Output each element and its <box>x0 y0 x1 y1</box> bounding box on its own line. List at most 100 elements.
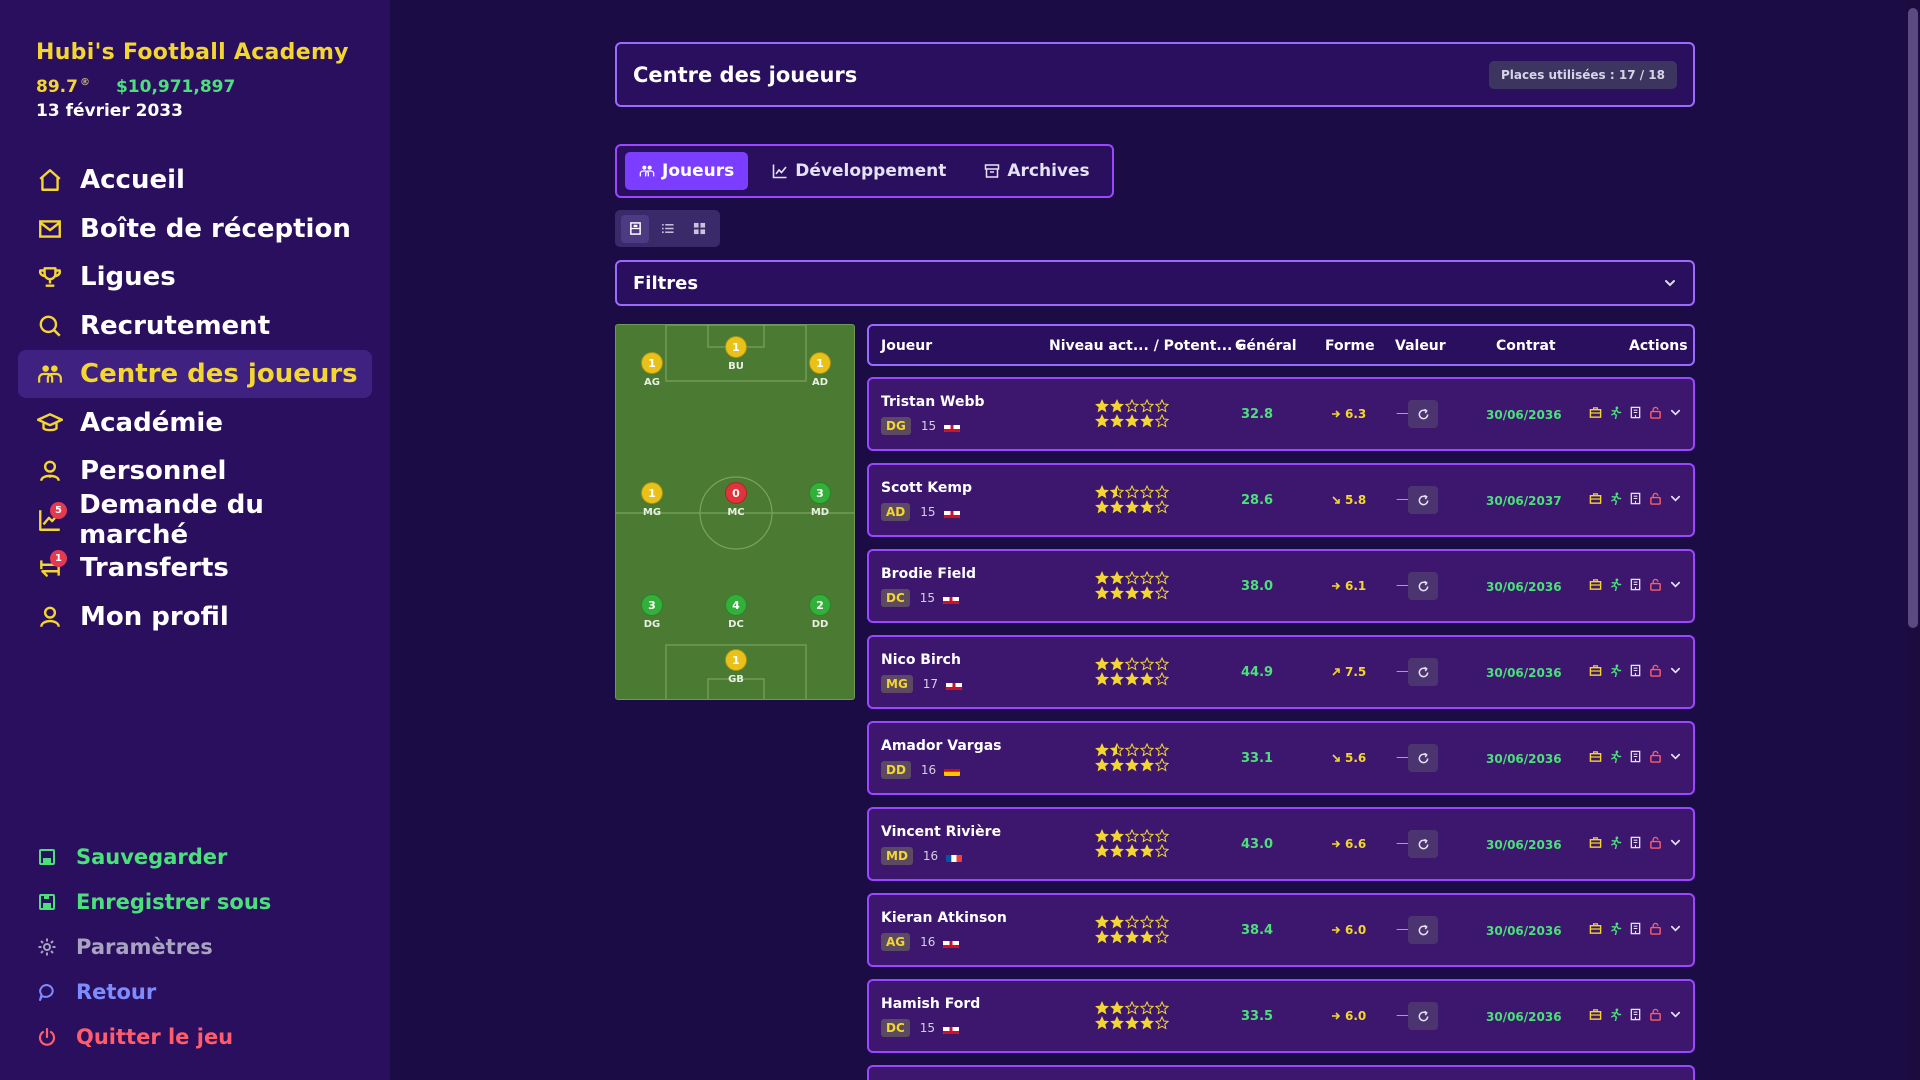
chevron-down-icon[interactable] <box>1669 492 1682 505</box>
table-row[interactable]: Scott Kemp AD 15 28.6 5.8—30/06/2037 <box>867 463 1695 537</box>
briefcase-icon[interactable] <box>1589 750 1602 763</box>
nav-item-mon-profil[interactable]: Mon profil <box>18 593 372 641</box>
chevron-down-icon[interactable] <box>1669 578 1682 591</box>
nav-item-boite-de-reception[interactable]: Boîte de réception <box>18 205 372 253</box>
player-name[interactable]: Kieran Atkinson <box>881 910 1007 926</box>
table-row[interactable]: Amador Vargas DD 16 33.1 5.6—30/06/2036 <box>867 721 1695 795</box>
document-icon[interactable] <box>1629 922 1642 935</box>
refresh-value-button[interactable] <box>1408 1002 1438 1030</box>
briefcase-icon[interactable] <box>1589 492 1602 505</box>
table-row[interactable] <box>867 1065 1695 1080</box>
chevron-down-icon[interactable] <box>1669 1008 1682 1021</box>
briefcase-icon[interactable] <box>1589 406 1602 419</box>
unlock-icon[interactable] <box>1649 406 1662 419</box>
view-list-button[interactable] <box>653 215 681 243</box>
scrollbar[interactable] <box>1906 0 1920 1080</box>
refresh-value-button[interactable] <box>1408 658 1438 686</box>
document-icon[interactable] <box>1629 578 1642 591</box>
pitch-position-mc[interactable]: 0 MC <box>716 482 756 518</box>
refresh-value-button[interactable] <box>1408 744 1438 772</box>
filters-dropdown[interactable]: Filtres <box>615 260 1695 306</box>
unlock-icon[interactable] <box>1649 922 1662 935</box>
quitter-le-jeu-button[interactable]: Quitter le jeu <box>36 1014 271 1059</box>
document-icon[interactable] <box>1629 406 1642 419</box>
refresh-value-button[interactable] <box>1408 572 1438 600</box>
pitch-position-ag[interactable]: 1 AG <box>632 352 672 388</box>
pitch-position-gb[interactable]: 1 GB <box>716 649 756 685</box>
tab-joueurs[interactable]: Joueurs <box>625 152 749 190</box>
col-form[interactable]: Forme <box>1325 338 1375 354</box>
chevron-down-icon[interactable] <box>1669 922 1682 935</box>
table-row[interactable]: Brodie Field DC 15 38.0 6.1—30/06/2036 <box>867 549 1695 623</box>
running-icon[interactable] <box>1609 836 1622 849</box>
parametres-button[interactable]: Paramètres <box>36 924 271 969</box>
enregistrer-sous-button[interactable]: Enregistrer sous <box>36 879 271 924</box>
unlock-icon[interactable] <box>1649 492 1662 505</box>
pitch-position-md[interactable]: 3 MD <box>800 482 840 518</box>
col-level[interactable]: Niveau act... / Potent... <box>1049 338 1245 354</box>
chevron-down-icon[interactable] <box>1669 406 1682 419</box>
briefcase-icon[interactable] <box>1589 664 1602 677</box>
sauvegarder-button[interactable]: Sauvegarder <box>36 834 271 879</box>
nav-item-recrutement[interactable]: Recrutement <box>18 302 372 350</box>
refresh-value-button[interactable] <box>1408 486 1438 514</box>
player-name[interactable]: Scott Kemp <box>881 480 972 496</box>
col-value[interactable]: Valeur <box>1395 338 1446 354</box>
player-name[interactable]: Hamish Ford <box>881 996 980 1012</box>
chevron-down-icon[interactable] <box>1669 664 1682 677</box>
view-grid-button[interactable] <box>686 215 714 243</box>
running-icon[interactable] <box>1609 492 1622 505</box>
tab-developpement[interactable]: Développement <box>758 152 960 190</box>
col-player[interactable]: Joueur <box>881 338 932 354</box>
unlock-icon[interactable] <box>1649 750 1662 763</box>
refresh-value-button[interactable] <box>1408 400 1438 428</box>
nav-item-academie[interactable]: Académie <box>18 399 372 447</box>
table-row[interactable]: Vincent Rivière MD 16 43.0 6.6—30/06/2036 <box>867 807 1695 881</box>
unlock-icon[interactable] <box>1649 578 1662 591</box>
unlock-icon[interactable] <box>1649 1008 1662 1021</box>
pitch-position-dg[interactable]: 3 DG <box>632 594 672 630</box>
nav-item-personnel[interactable]: Personnel <box>18 447 372 495</box>
running-icon[interactable] <box>1609 664 1622 677</box>
refresh-value-button[interactable] <box>1408 830 1438 858</box>
table-row[interactable]: Kieran Atkinson AG 16 38.4 6.0—30/06/2036 <box>867 893 1695 967</box>
table-row[interactable]: Hamish Ford DC 15 33.5 6.0—30/06/2036 <box>867 979 1695 1053</box>
view-pitch-button[interactable] <box>621 214 650 243</box>
table-row[interactable]: Nico Birch MG 17 44.9 7.5—30/06/2036 <box>867 635 1695 709</box>
unlock-icon[interactable] <box>1649 664 1662 677</box>
nav-item-ligues[interactable]: Ligues <box>18 253 372 301</box>
document-icon[interactable] <box>1629 836 1642 849</box>
table-row[interactable]: Tristan Webb DG 15 32.8 6.3—30/06/2036 <box>867 377 1695 451</box>
pitch-position-dc[interactable]: 4 DC <box>716 594 756 630</box>
chevron-down-icon[interactable] <box>1669 750 1682 763</box>
document-icon[interactable] <box>1629 750 1642 763</box>
pitch-position-bu[interactable]: 1 BU <box>716 336 756 372</box>
running-icon[interactable] <box>1609 578 1622 591</box>
scrollbar-thumb[interactable] <box>1908 8 1918 628</box>
document-icon[interactable] <box>1629 664 1642 677</box>
briefcase-icon[interactable] <box>1589 922 1602 935</box>
tab-archives[interactable]: Archives <box>970 152 1103 190</box>
chevron-down-icon[interactable] <box>1669 836 1682 849</box>
document-icon[interactable] <box>1629 492 1642 505</box>
unlock-icon[interactable] <box>1649 836 1662 849</box>
refresh-value-button[interactable] <box>1408 916 1438 944</box>
nav-item-demande-du-marche[interactable]: Demande du marché 5 <box>18 490 372 550</box>
player-name[interactable]: Tristan Webb <box>881 394 985 410</box>
player-name[interactable]: Brodie Field <box>881 566 976 582</box>
running-icon[interactable] <box>1609 750 1622 763</box>
document-icon[interactable] <box>1629 1008 1642 1021</box>
player-name[interactable]: Nico Birch <box>881 652 961 668</box>
running-icon[interactable] <box>1609 922 1622 935</box>
running-icon[interactable] <box>1609 1008 1622 1021</box>
nav-item-transferts[interactable]: Transferts 1 <box>18 544 372 592</box>
pitch-position-dd[interactable]: 2 DD <box>800 594 840 630</box>
pitch-position-ad[interactable]: 1 AD <box>800 352 840 388</box>
nav-item-centre-des-joueurs[interactable]: Centre des joueurs <box>18 350 372 398</box>
retour-button[interactable]: Retour <box>36 969 271 1014</box>
col-overall[interactable]: Général <box>1235 338 1297 354</box>
col-contract[interactable]: Contrat <box>1496 338 1556 354</box>
briefcase-icon[interactable] <box>1589 836 1602 849</box>
briefcase-icon[interactable] <box>1589 578 1602 591</box>
pitch-position-mg[interactable]: 1 MG <box>632 482 672 518</box>
